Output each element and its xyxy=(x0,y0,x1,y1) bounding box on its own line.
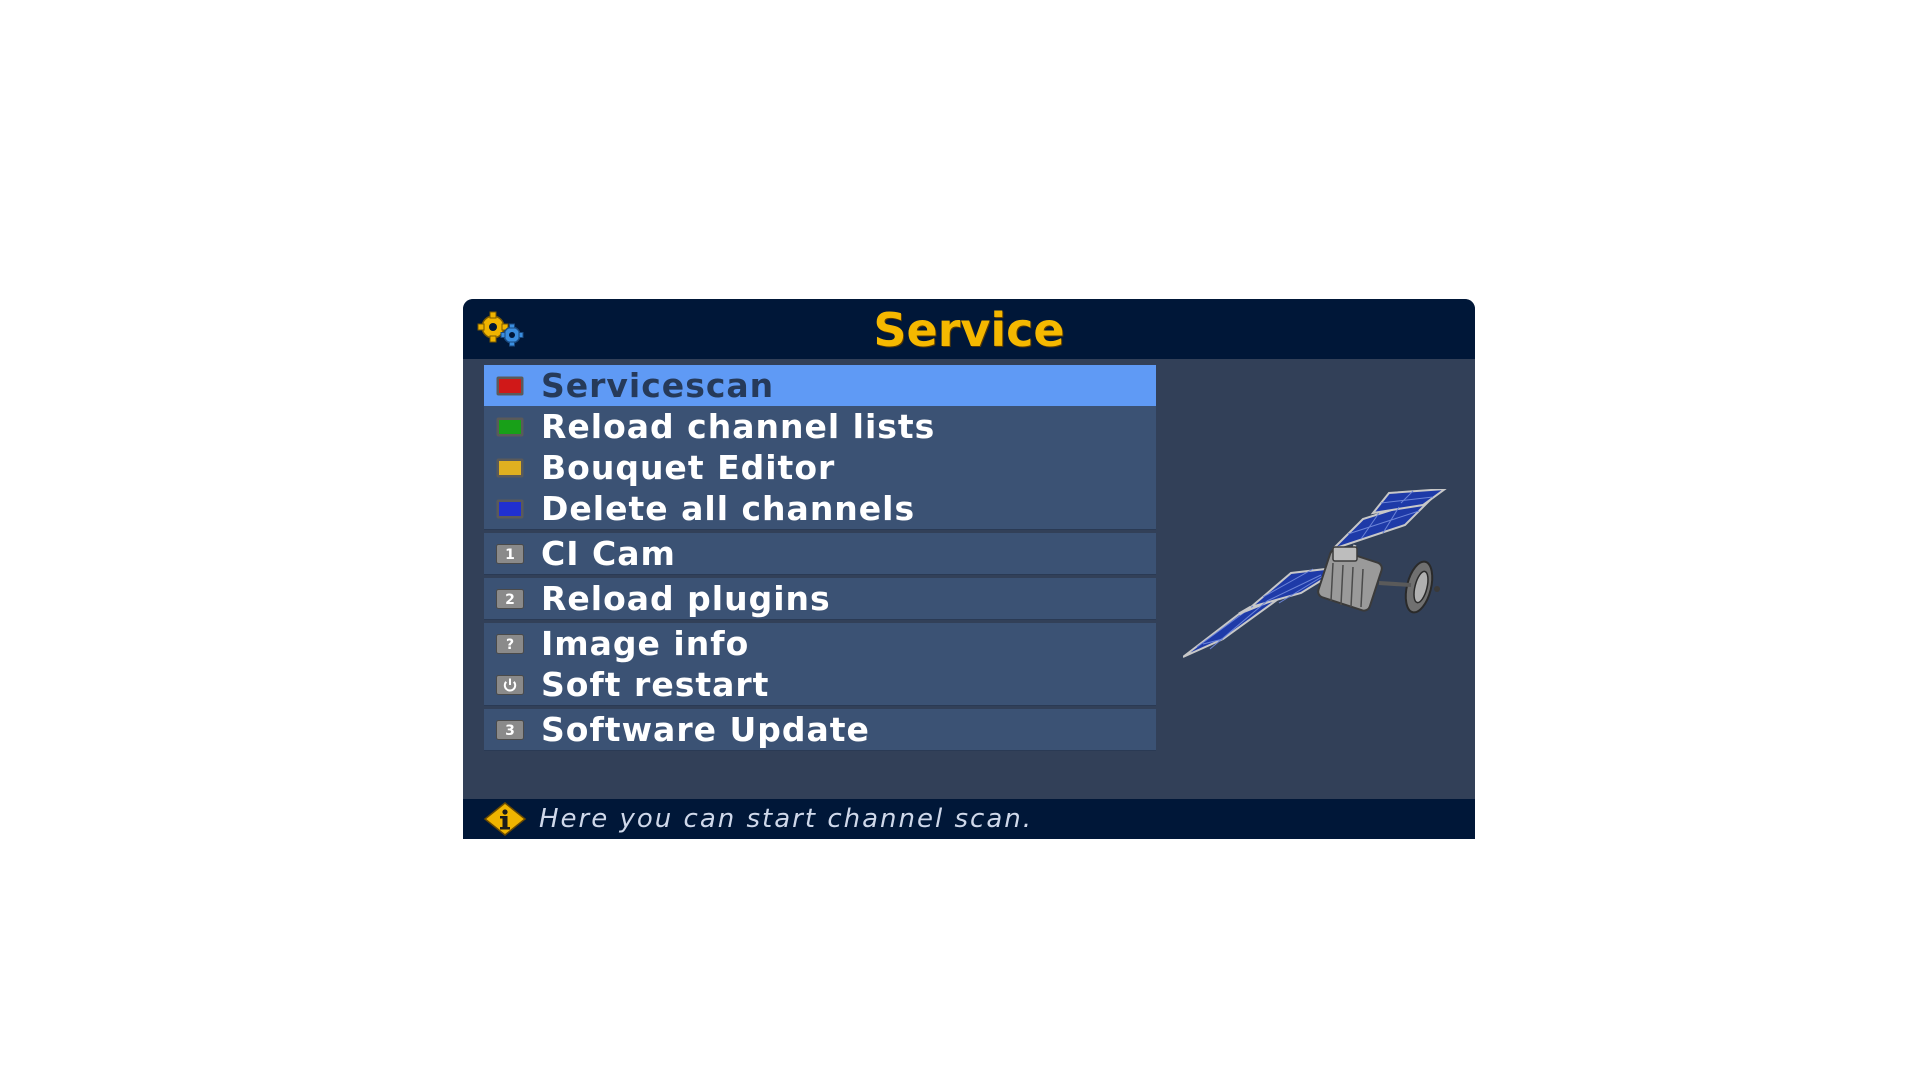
power-key-icon xyxy=(496,674,524,695)
hint-text: Here you can start channel scan. xyxy=(539,804,1033,834)
menu-item-delete-all-channels[interactable]: Delete all channels xyxy=(484,488,1156,529)
menu-group-ci-cam: 1 CI Cam xyxy=(484,533,1156,575)
menu-item-software-update[interactable]: 3 Software Update xyxy=(484,709,1156,750)
svg-text:1: 1 xyxy=(505,547,515,563)
menu-item-soft-restart[interactable]: Soft restart xyxy=(484,664,1156,705)
service-menu-window: Service Servicescan Reload channel lists xyxy=(463,299,1475,839)
menu-item-label: Servicescan xyxy=(541,366,775,405)
menu-group-system: ? Image info Soft restart xyxy=(484,623,1156,706)
help-key-icon: ? xyxy=(496,633,524,654)
menu-item-label: Soft restart xyxy=(541,665,770,704)
key-2-icon: 2 xyxy=(496,588,524,609)
hint-bar: Here you can start channel scan. xyxy=(463,799,1475,839)
menu-item-label: Image info xyxy=(541,624,750,663)
menu-item-label: CI Cam xyxy=(541,534,676,573)
info-icon xyxy=(483,802,527,836)
title-bar: Service xyxy=(463,299,1475,359)
key-3-icon: 3 xyxy=(496,719,524,740)
page-title: Service xyxy=(873,303,1065,357)
menu-item-label: Delete all channels xyxy=(541,489,916,528)
menu-item-bouquet-editor[interactable]: Bouquet Editor xyxy=(484,447,1156,488)
blue-button-icon xyxy=(496,499,524,518)
menu-item-servicescan[interactable]: Servicescan xyxy=(484,365,1156,406)
menu-item-label: Software Update xyxy=(541,710,870,749)
menu-item-label: Reload plugins xyxy=(541,579,831,618)
satellite-illustration xyxy=(1183,489,1447,658)
menu-group-colored-keys: Servicescan Reload channel lists Bouquet… xyxy=(484,365,1156,530)
menu-item-image-info[interactable]: ? Image info xyxy=(484,623,1156,664)
menu-item-label: Reload channel lists xyxy=(541,407,936,446)
menu-list: Servicescan Reload channel lists Bouquet… xyxy=(484,365,1156,754)
svg-text:?: ? xyxy=(506,637,514,653)
key-1-icon: 1 xyxy=(496,543,524,564)
menu-group-update: 3 Software Update xyxy=(484,709,1156,751)
svg-text:2: 2 xyxy=(505,592,515,608)
red-button-icon xyxy=(496,376,524,395)
menu-item-label: Bouquet Editor xyxy=(541,448,836,487)
green-button-icon xyxy=(496,417,524,436)
yellow-button-icon xyxy=(496,458,524,477)
menu-group-plugins: 2 Reload plugins xyxy=(484,578,1156,620)
menu-item-ci-cam[interactable]: 1 CI Cam xyxy=(484,533,1156,574)
menu-item-reload-channel-lists[interactable]: Reload channel lists xyxy=(484,406,1156,447)
svg-text:3: 3 xyxy=(505,723,515,739)
menu-item-reload-plugins[interactable]: 2 Reload plugins xyxy=(484,578,1156,619)
